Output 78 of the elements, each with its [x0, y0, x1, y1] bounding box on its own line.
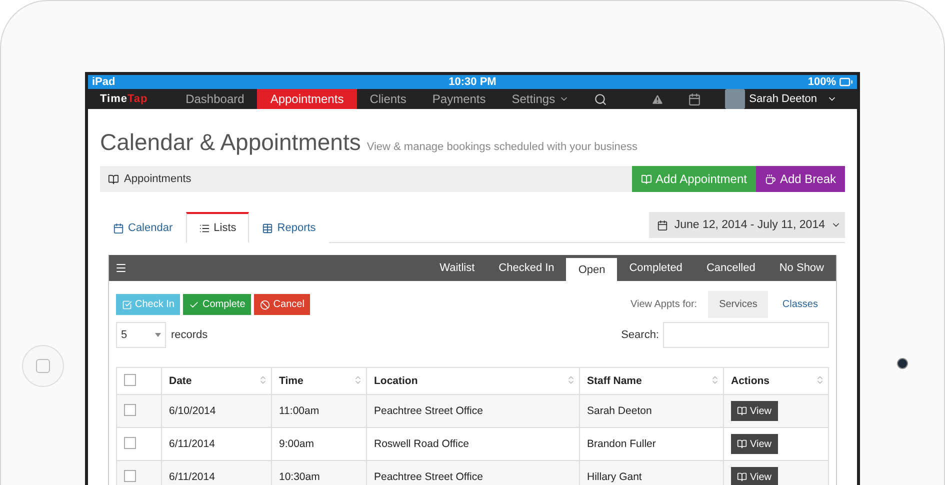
column-header[interactable]: Time [279, 375, 304, 387]
status-tab[interactable]: Open [566, 258, 618, 281]
search-label: Search: [621, 329, 659, 341]
book-icon [737, 439, 747, 449]
calendar-icon[interactable] [688, 92, 702, 106]
action-button[interactable]: Cancel [254, 294, 310, 315]
book-icon [737, 406, 747, 416]
battery-level: 100% [808, 76, 836, 88]
view-button[interactable]: View [731, 401, 778, 421]
add-button[interactable]: Add Break [756, 166, 845, 192]
search-field[interactable] [663, 322, 829, 348]
table-cell: 9:00am [279, 438, 314, 450]
logo[interactable]: TimeTap [100, 93, 148, 105]
table-cell: Roswell Road Office [374, 438, 469, 450]
view-button[interactable]: View [731, 467, 778, 485]
sort-icon[interactable] [353, 375, 363, 385]
column-header[interactable]: Date [169, 375, 192, 387]
avatar [725, 89, 746, 109]
checkbox[interactable] [124, 374, 136, 386]
user-menu[interactable]: Sarah Deeton [713, 89, 857, 109]
view-tab[interactable]: Lists [186, 212, 250, 243]
nav-item[interactable]: Dashboard [172, 89, 258, 109]
status-tab[interactable]: Completed [617, 255, 694, 281]
records-label: records [171, 329, 208, 341]
view-option[interactable]: Classes [771, 291, 829, 318]
table-cell: 6/11/2014 [169, 471, 215, 483]
table-cell: 11:00am [279, 405, 320, 417]
page-subtitle: View & manage bookings scheduled with your business [366, 141, 638, 153]
view-option[interactable]: Services [708, 291, 768, 318]
ban-icon [260, 300, 270, 310]
table-cell: Peachtree Street Office [374, 405, 483, 417]
status-tab[interactable]: Checked In [486, 255, 566, 281]
sort-icon[interactable] [258, 375, 268, 385]
view-for-label: View Appts for: [630, 299, 698, 310]
status-tab[interactable]: Waitlist [428, 255, 487, 281]
book-icon [108, 174, 119, 184]
search-icon[interactable] [594, 92, 608, 106]
page-title: Calendar & Appointments [100, 129, 361, 156]
table-cell: Peachtree Street Office [374, 471, 483, 483]
book-icon [737, 472, 747, 482]
sort-icon[interactable] [815, 375, 825, 385]
book-icon [640, 174, 652, 184]
dropdown-caret-icon [155, 333, 161, 337]
column-header[interactable]: Location [374, 375, 418, 387]
calendar-icon [657, 220, 668, 230]
page-size-select[interactable]: 5 [116, 322, 166, 348]
checkbox[interactable] [124, 404, 136, 416]
sort-icon[interactable] [710, 375, 720, 385]
view-button[interactable]: View [731, 434, 778, 454]
status-tab[interactable]: Cancelled [694, 255, 768, 281]
table-cell: Sarah Deeton [587, 405, 652, 417]
nav-item[interactable]: Settings [498, 89, 582, 109]
coffee-cup-icon [764, 174, 776, 184]
clock-time: 10:30 PM [448, 76, 496, 88]
table-cell: 6/10/2014 [169, 405, 216, 417]
column-header[interactable]: Actions [731, 375, 770, 387]
checkbox[interactable] [124, 470, 136, 482]
check-icon [189, 300, 200, 310]
table-cell: Brandon Fuller [587, 438, 656, 450]
checkbox-icon [122, 300, 132, 310]
table-cell: 10:30am [279, 471, 320, 483]
nav-item[interactable]: Payments [419, 89, 499, 109]
nav-item[interactable]: Clients [356, 89, 420, 109]
nav-item[interactable]: Appointments [257, 89, 357, 109]
checkbox[interactable] [124, 436, 136, 448]
calendar-icon [113, 222, 124, 234]
section-title: Appointments [124, 173, 192, 185]
table-cell: 6/11/2014 [169, 438, 215, 450]
status-tab[interactable]: No Show [767, 255, 836, 281]
column-header[interactable]: Staff Name [587, 375, 642, 387]
date-range-button[interactable]: June 12, 2014 - July 11, 2014 [649, 212, 845, 238]
device-name: iPad [92, 76, 116, 88]
warning-icon[interactable] [651, 92, 664, 106]
table-cell: Hillary Gant [587, 471, 642, 483]
table-icon [262, 222, 274, 234]
sort-icon[interactable] [566, 375, 576, 385]
menu-icon[interactable] [115, 262, 127, 274]
battery-icon [839, 75, 853, 89]
